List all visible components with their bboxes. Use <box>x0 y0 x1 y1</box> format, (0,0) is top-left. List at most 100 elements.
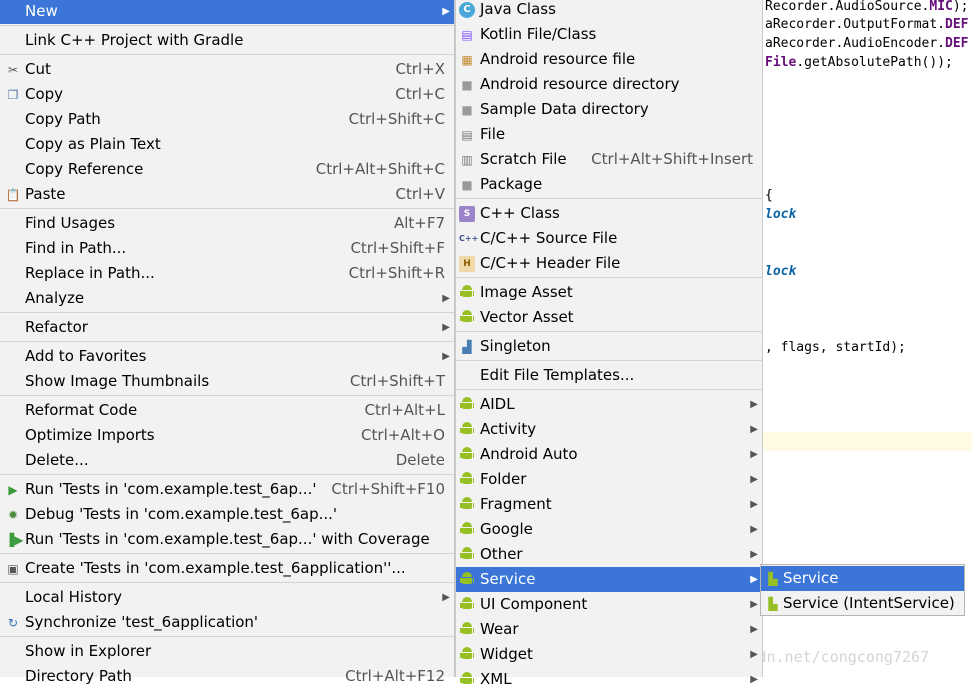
menu-item-cpp-source-file[interactable]: C++ C/C++ Source File <box>456 226 762 251</box>
menu-item-folder[interactable]: Folder ▶ <box>456 467 762 492</box>
cpp-class-icon: S <box>459 206 475 222</box>
chevron-right-icon: ▶ <box>442 351 450 362</box>
code-line: lock <box>765 264 797 279</box>
chevron-right-icon: ▶ <box>750 624 758 635</box>
menu-item-intent-service[interactable]: ▙ Service (IntentService) <box>761 591 964 616</box>
menu-item-android-resource-file[interactable]: ▦ Android resource file <box>456 47 762 72</box>
menu-item-copy-path[interactable]: Copy Path Ctrl+Shift+C <box>0 107 454 132</box>
menu-item-show-image-thumbnails[interactable]: Show Image Thumbnails Ctrl+Shift+T <box>0 369 454 394</box>
android-icon <box>460 522 474 536</box>
menu-item-fragment[interactable]: Fragment ▶ <box>456 492 762 517</box>
chevron-right-icon: ▶ <box>750 549 758 560</box>
menu-item-kotlin-file[interactable]: ▤ Kotlin File/Class <box>456 22 762 47</box>
chevron-right-icon: ▶ <box>442 6 450 17</box>
menu-item-optimize-imports[interactable]: Optimize Imports Ctrl+Alt+O <box>0 423 454 448</box>
android-icon <box>460 647 474 661</box>
menu-item-find-usages[interactable]: Find Usages Alt+F7 <box>0 211 454 236</box>
menu-item-replace-in-path[interactable]: Replace in Path... Ctrl+Shift+R <box>0 261 454 286</box>
menu-item-xml[interactable]: XML ▶ <box>456 667 762 692</box>
menu-item-edit-file-templates[interactable]: Edit File Templates... <box>456 363 762 388</box>
code-line: aRecorder.AudioEncoder.DEF <box>765 36 969 51</box>
menu-separator <box>0 474 454 475</box>
android-icon <box>460 572 474 586</box>
menu-separator <box>456 198 762 199</box>
menu-item-synchronize[interactable]: ↻ Synchronize 'test_6application' <box>0 610 454 635</box>
menu-item-android-auto[interactable]: Android Auto ▶ <box>456 442 762 467</box>
menu-item-run-tests[interactable]: ▶ Run 'Tests in 'com.example.test_6ap...… <box>0 477 454 502</box>
code-line: Recorder.AudioSource.MIC); <box>765 0 969 14</box>
code-line: { <box>765 188 773 203</box>
menu-item-add-to-favorites[interactable]: Add to Favorites ▶ <box>0 344 454 369</box>
android-icon <box>460 472 474 486</box>
menu-item-new[interactable]: New ▶ <box>0 0 454 24</box>
menu-item-run-with-coverage[interactable]: ▐▶ Run 'Tests in 'com.example.test_6ap..… <box>0 527 454 552</box>
file-icon: ▤ <box>461 128 473 142</box>
chevron-right-icon: ▶ <box>750 649 758 660</box>
menu-item-cut[interactable]: ✂ Cut Ctrl+X <box>0 57 454 82</box>
menu-item-copy[interactable]: ❐ Copy Ctrl+C <box>0 82 454 107</box>
menu-item-service[interactable]: Service ▶ <box>456 567 762 592</box>
resource-file-icon: ▦ <box>461 53 473 67</box>
menu-item-reformat-code[interactable]: Reformat Code Ctrl+Alt+L <box>0 398 454 423</box>
menu-item-other[interactable]: Other ▶ <box>456 542 762 567</box>
menu-item-java-class[interactable]: C Java Class <box>456 0 762 22</box>
menu-item-google[interactable]: Google ▶ <box>456 517 762 542</box>
menu-separator <box>0 341 454 342</box>
android-icon <box>460 622 474 636</box>
folder-icon: ■ <box>461 78 473 92</box>
menu-item-create-tests[interactable]: ▣ Create 'Tests in 'com.example.test_6ap… <box>0 556 454 581</box>
chevron-right-icon: ▶ <box>750 399 758 410</box>
chevron-right-icon: ▶ <box>750 424 758 435</box>
menu-item-image-asset[interactable]: Image Asset <box>456 280 762 305</box>
android-icon <box>460 672 474 686</box>
menu-item-show-in-explorer[interactable]: Show in Explorer <box>0 639 454 664</box>
menu-item-singleton[interactable]: ▟ Singleton <box>456 334 762 359</box>
menu-item-find-in-path[interactable]: Find in Path... Ctrl+Shift+F <box>0 236 454 261</box>
android-icon <box>460 597 474 611</box>
cpp-header-icon: H <box>459 256 475 272</box>
menu-item-cpp-header-file[interactable]: H C/C++ Header File <box>456 251 762 276</box>
menu-item-local-history[interactable]: Local History ▶ <box>0 585 454 610</box>
menu-item-link-cpp[interactable]: Link C++ Project with Gradle <box>0 28 454 53</box>
menu-item-activity[interactable]: Activity ▶ <box>456 417 762 442</box>
menu-separator <box>0 553 454 554</box>
menu-item-sample-data-directory[interactable]: ■ Sample Data directory <box>456 97 762 122</box>
chevron-right-icon: ▶ <box>442 322 450 333</box>
menu-item-vector-asset[interactable]: Vector Asset <box>456 305 762 330</box>
menu-separator <box>0 312 454 313</box>
service-submenu: ▙ Service ▙ Service (IntentService) <box>760 564 965 616</box>
menu-item-delete[interactable]: Delete... Delete <box>0 448 454 473</box>
chevron-right-icon: ▶ <box>750 674 758 685</box>
menu-separator <box>0 636 454 637</box>
menu-item-aidl[interactable]: AIDL ▶ <box>456 392 762 417</box>
menu-item-copy-reference[interactable]: Copy Reference Ctrl+Alt+Shift+C <box>0 157 454 182</box>
code-line: File.getAbsolutePath()); <box>765 55 953 70</box>
menu-item-refactor[interactable]: Refactor ▶ <box>0 315 454 340</box>
chevron-right-icon: ▶ <box>750 524 758 535</box>
current-line-highlight <box>760 432 972 451</box>
menu-item-analyze[interactable]: Analyze ▶ <box>0 286 454 311</box>
menu-item-scratch-file[interactable]: ▥ Scratch File Ctrl+Alt+Shift+Insert <box>456 147 762 172</box>
coverage-icon: ▐▶ <box>5 533 24 547</box>
new-submenu: C Java Class ▤ Kotlin File/Class ▦ Andro… <box>455 0 763 688</box>
menu-item-ui-component[interactable]: UI Component ▶ <box>456 592 762 617</box>
menu-item-cpp-class[interactable]: S C++ Class <box>456 201 762 226</box>
menu-item-widget[interactable]: Widget ▶ <box>456 642 762 667</box>
menu-item-copy-plain-text[interactable]: Copy as Plain Text <box>0 132 454 157</box>
menu-item-service-basic[interactable]: ▙ Service <box>761 566 964 591</box>
menu-item-wear[interactable]: Wear ▶ <box>456 617 762 642</box>
service-icon: ▙ <box>768 597 778 611</box>
sync-icon: ↻ <box>7 616 19 630</box>
menu-separator <box>456 331 762 332</box>
chevron-right-icon: ▶ <box>750 449 758 460</box>
service-icon: ▙ <box>768 572 778 586</box>
android-icon <box>460 310 474 324</box>
create-test-icon: ▣ <box>7 562 19 576</box>
project-context-menu: New ▶ Link C++ Project with Gradle ✂ Cut C… <box>0 0 455 685</box>
menu-item-package[interactable]: ■ Package <box>456 172 762 197</box>
menu-item-android-resource-directory[interactable]: ■ Android resource directory <box>456 72 762 97</box>
menu-item-paste[interactable]: 📋 Paste Ctrl+V <box>0 182 454 207</box>
menu-item-file[interactable]: ▤ File <box>456 122 762 147</box>
chevron-right-icon: ▶ <box>750 499 758 510</box>
menu-item-debug-tests[interactable]: ✹ Debug 'Tests in 'com.example.test_6ap.… <box>0 502 454 527</box>
